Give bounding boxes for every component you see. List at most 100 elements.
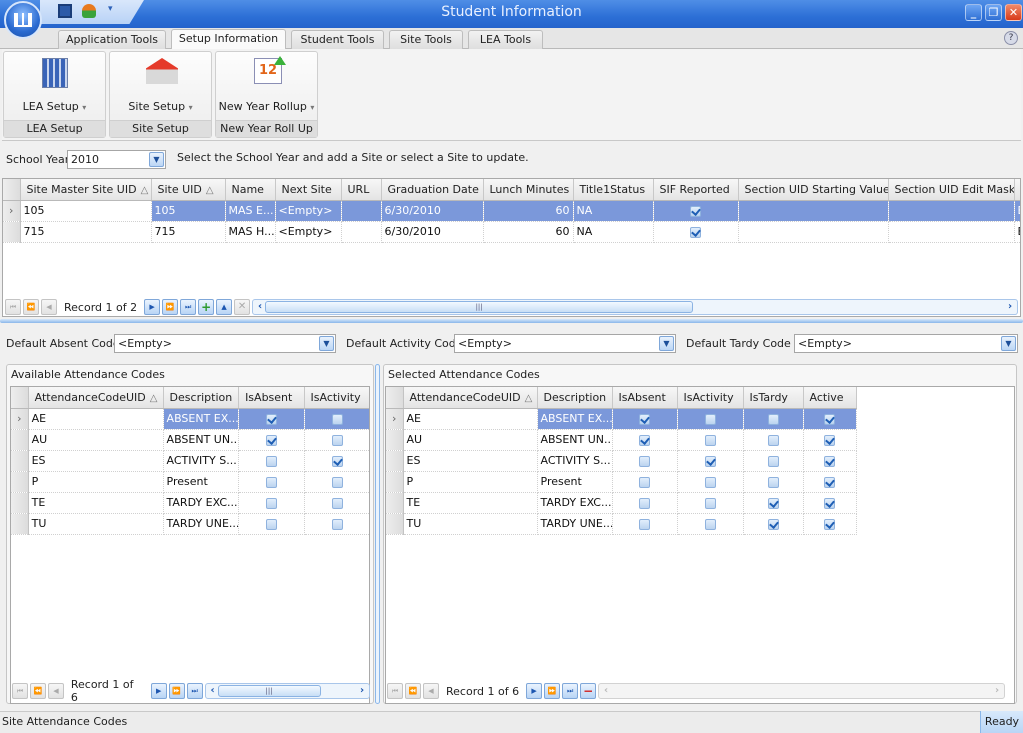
table-cell[interactable] [803, 471, 857, 493]
row-indicator[interactable] [11, 429, 29, 451]
table-cell[interactable] [238, 450, 305, 472]
minimize-button[interactable]: _ [965, 4, 982, 21]
close-button[interactable]: ✕ [1005, 4, 1022, 21]
table-cell[interactable]: ABSENT EX... [163, 408, 240, 430]
table-cell[interactable] [743, 492, 804, 514]
table-cell[interactable]: 6/30/2010 [381, 200, 484, 222]
tab-setup-information[interactable]: Setup Information [171, 29, 286, 49]
checkbox[interactable] [767, 497, 779, 509]
checkbox[interactable] [331, 413, 343, 425]
checkbox[interactable] [824, 455, 835, 467]
first-record-button[interactable]: ⏮ [12, 683, 28, 699]
table-cell[interactable] [341, 221, 382, 243]
row-indicator[interactable] [11, 450, 29, 472]
table-row[interactable]: › AE ABSENT EX... [386, 408, 857, 430]
table-row[interactable]: TE TARDY EXC... [11, 492, 369, 514]
next-page-button[interactable]: ⏩ [162, 299, 179, 315]
table-cell[interactable] [803, 408, 857, 430]
row-indicator[interactable]: › [3, 200, 21, 222]
delete-record-button[interactable]: ✕ [234, 299, 251, 315]
checkbox[interactable] [639, 434, 650, 446]
table-cell[interactable] [612, 429, 678, 451]
scroll-right-icon[interactable]: › [1003, 300, 1017, 314]
next-record-button[interactable]: ▶ [526, 683, 543, 699]
prev-record-button[interactable]: ◀ [47, 683, 64, 699]
table-cell[interactable]: ABSENT UN... [537, 429, 613, 451]
table-cell[interactable]: ES [28, 450, 164, 472]
table-row[interactable]: P Present [386, 471, 857, 493]
next-page-button[interactable]: ⏩ [168, 683, 185, 699]
table-row[interactable]: AU ABSENT UN... [11, 429, 369, 451]
checkbox[interactable] [704, 455, 716, 467]
table-cell[interactable]: P [403, 471, 538, 493]
table-cell[interactable]: TARDY EXC... [163, 492, 240, 514]
column-header[interactable]: Lunch Minutes [483, 179, 574, 201]
table-cell[interactable]: TU [403, 513, 538, 535]
row-indicator[interactable] [386, 513, 404, 535]
table-cell[interactable] [304, 408, 369, 430]
table-cell[interactable] [677, 429, 744, 451]
prev-page-button[interactable]: ⏪ [405, 683, 421, 699]
tab-site-tools[interactable]: Site Tools [389, 30, 463, 49]
column-header[interactable]: Site Master Site UID △ [20, 179, 152, 201]
tab-application-tools[interactable]: Application Tools [58, 30, 166, 49]
table-cell[interactable] [612, 492, 678, 514]
checkbox[interactable] [690, 205, 701, 217]
checkbox[interactable] [639, 476, 650, 488]
table-cell[interactable] [304, 429, 369, 451]
table-cell[interactable]: 60 [483, 221, 574, 243]
column-header[interactable]: Name [225, 179, 276, 201]
row-indicator[interactable]: › [11, 408, 29, 430]
last-record-button[interactable]: ⏭ [180, 299, 197, 315]
column-header[interactable]: Description [163, 387, 240, 409]
checkbox[interactable] [639, 497, 650, 509]
checkbox[interactable] [265, 413, 277, 425]
table-cell[interactable]: B [1014, 200, 1020, 222]
table-cell[interactable]: TE [403, 492, 538, 514]
column-header[interactable]: SIF Reported [653, 179, 739, 201]
table-cell[interactable]: ACTIVITY S... [163, 450, 240, 472]
table-cell[interactable] [612, 513, 678, 535]
table-cell[interactable] [304, 513, 369, 535]
table-cell[interactable] [677, 450, 744, 472]
table-cell[interactable] [238, 471, 305, 493]
row-indicator[interactable] [11, 492, 29, 514]
row-indicator[interactable]: › [386, 408, 404, 430]
table-cell[interactable]: Present [537, 471, 613, 493]
application-menu-button[interactable] [4, 1, 42, 39]
row-indicator[interactable] [11, 471, 29, 493]
table-row[interactable]: ES ACTIVITY S... [386, 450, 857, 472]
chevron-down-icon[interactable]: ▼ [319, 336, 334, 351]
default-activity-combo[interactable]: <Empty> ▼ [454, 334, 676, 353]
table-row[interactable]: ES ACTIVITY S... [11, 450, 369, 472]
table-row[interactable]: P Present [11, 471, 369, 493]
table-cell[interactable] [743, 450, 804, 472]
scroll-right-icon[interactable]: › [355, 684, 369, 698]
table-cell[interactable] [238, 429, 305, 451]
table-cell[interactable] [341, 200, 382, 222]
checkbox[interactable] [704, 413, 716, 425]
table-cell[interactable]: ABSENT UN... [163, 429, 240, 451]
table-cell[interactable]: 105 [151, 200, 226, 222]
table-cell[interactable]: 60 [483, 200, 574, 222]
table-cell[interactable] [304, 471, 369, 493]
prev-record-button[interactable]: ◀ [41, 299, 57, 315]
table-cell[interactable]: ACTIVITY S... [537, 450, 613, 472]
checkbox[interactable] [704, 434, 716, 446]
table-cell[interactable] [304, 450, 369, 472]
default-absent-combo[interactable]: <Empty> ▼ [114, 334, 336, 353]
table-cell[interactable]: 715 [151, 221, 226, 243]
table-cell[interactable] [738, 200, 889, 222]
new-year-rollup-button[interactable]: New Year Rollup ▾ [216, 100, 317, 113]
table-cell[interactable]: TARDY UNE... [163, 513, 240, 535]
table-cell[interactable]: AU [403, 429, 538, 451]
column-header[interactable]: IsActivity [677, 387, 744, 409]
column-header[interactable]: IsAbsent [612, 387, 678, 409]
scroll-right-icon[interactable]: › [990, 684, 1004, 698]
checkbox[interactable] [331, 518, 343, 530]
next-record-button[interactable]: ▶ [144, 299, 161, 315]
checkbox[interactable] [265, 455, 277, 467]
table-cell[interactable]: TARDY UNE... [537, 513, 613, 535]
table-cell[interactable] [677, 471, 744, 493]
remove-record-button[interactable]: − [580, 683, 597, 699]
